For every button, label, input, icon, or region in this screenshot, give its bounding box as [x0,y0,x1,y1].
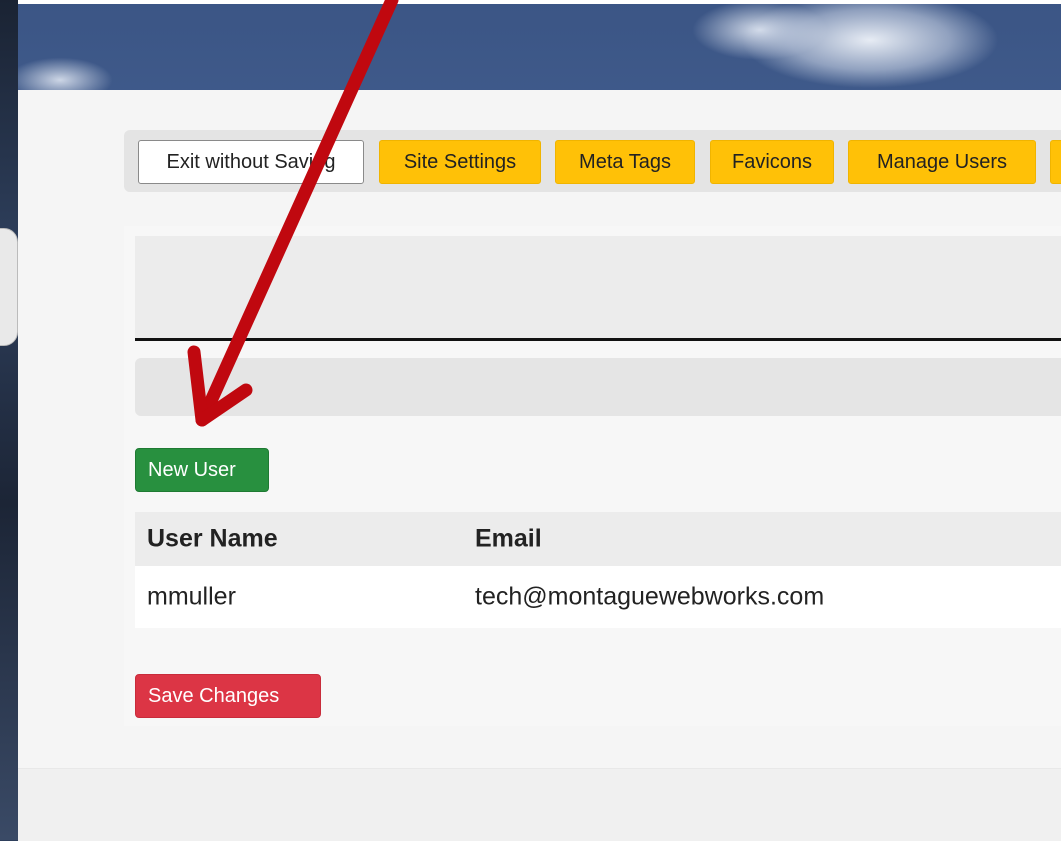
manage-users-button[interactable]: Manage Users [848,140,1036,184]
panel-footer [18,768,1061,841]
meta-tags-button[interactable]: Meta Tags [555,140,695,184]
save-changes-button[interactable]: Save Changes [135,674,321,718]
column-header-email: Email [475,524,542,553]
site-settings-button[interactable]: Site Settings [379,140,541,184]
header-divider [135,338,1061,341]
side-handle[interactable] [0,228,18,346]
section-header [135,236,1061,340]
favicons-button[interactable]: Favicons [710,140,834,184]
email-cell: tech@montaguewebworks.com [475,582,825,611]
users-table: User Name Email mmuller tech@montagueweb… [135,512,1061,628]
column-header-user-name: User Name [147,524,278,553]
left-background-strip [0,0,18,840]
toolbar-overflow-button[interactable] [1050,140,1061,184]
top-border [18,0,1061,4]
info-bar [135,358,1061,416]
new-user-button[interactable]: New User [135,448,269,492]
table-header: User Name Email [135,512,1061,566]
table-row[interactable]: mmuller tech@montaguewebworks.com [135,566,1061,628]
exit-without-saving-button[interactable]: Exit without Saving [138,140,364,184]
user-name-cell: mmuller [147,582,236,611]
